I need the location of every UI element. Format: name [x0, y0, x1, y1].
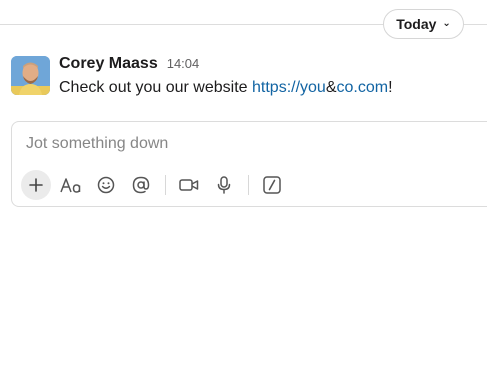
date-label: Today [396, 16, 437, 32]
date-jump-button[interactable]: Today ⌄ [383, 9, 464, 39]
plus-icon [29, 178, 43, 192]
chevron-down-icon: ⌄ [442, 18, 451, 29]
add-attachment-button[interactable] [21, 170, 51, 200]
shortcuts-button[interactable] [257, 170, 287, 200]
mention-button[interactable] [126, 170, 156, 200]
message-header: Corey Maass 14:04 [59, 55, 199, 73]
toolbar-divider [248, 175, 249, 195]
video-icon [179, 178, 199, 192]
slash-command-icon [263, 176, 281, 194]
sender-name[interactable]: Corey Maass [59, 55, 158, 73]
message-composer[interactable]: Jot something down [11, 121, 487, 207]
message-text-prefix: Check out you our website [59, 79, 252, 96]
text-format-button[interactable] [56, 170, 86, 200]
message-link-part2[interactable]: co.com [337, 79, 389, 96]
composer-toolbar [21, 170, 292, 200]
toolbar-divider [165, 175, 166, 195]
emoji-button[interactable] [91, 170, 121, 200]
avatar[interactable] [11, 56, 50, 95]
text-format-icon [60, 177, 82, 193]
message-link-part1[interactable]: https://you [252, 79, 326, 96]
message-text: Check out you our website https://you&co… [59, 79, 393, 97]
message-text-suffix: ! [388, 79, 393, 96]
video-clip-button[interactable] [174, 170, 204, 200]
emoji-icon [97, 176, 115, 194]
composer-placeholder[interactable]: Jot something down [26, 135, 168, 153]
microphone-icon [217, 176, 231, 194]
audio-clip-button[interactable] [209, 170, 239, 200]
message-link-ampersand: & [325, 79, 337, 96]
mention-icon [132, 176, 150, 194]
message-timestamp[interactable]: 14:04 [167, 56, 200, 71]
